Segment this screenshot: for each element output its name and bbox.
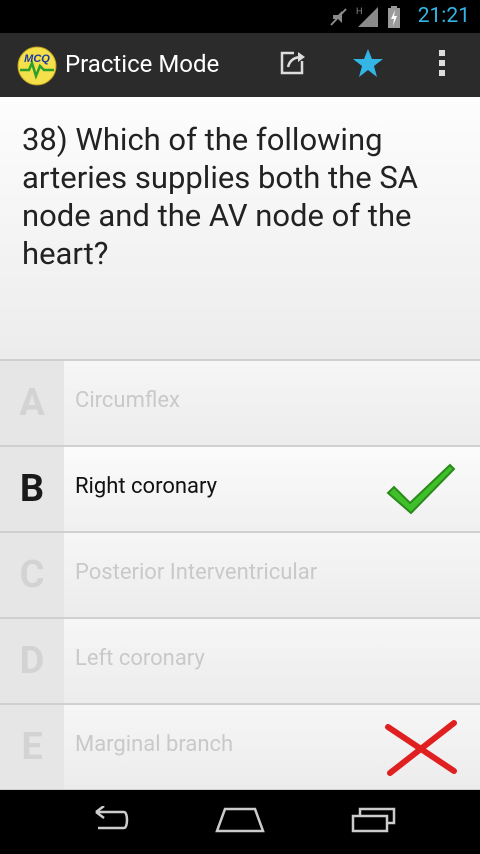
answer-letter: E (0, 705, 64, 789)
overflow-menu-button[interactable] (420, 43, 464, 87)
status-bar: H 21:21 (0, 0, 480, 33)
answer-letter: B (0, 447, 64, 531)
answer-text: Marginal branch (75, 732, 234, 757)
answer-text: Posterior Interventricular (75, 560, 318, 585)
status-icons: H (330, 6, 400, 32)
checkmark-icon (384, 461, 458, 519)
answer-text: Right coronary (75, 474, 218, 499)
answer-option-e[interactable]: E Marginal branch (0, 705, 480, 791)
app-logo[interactable]: MCQ (17, 46, 57, 86)
back-button[interactable] (77, 802, 137, 842)
overflow-menu-icon (438, 49, 446, 81)
navigation-bar (0, 790, 480, 854)
recent-apps-button[interactable] (344, 802, 404, 842)
signal-icon: H (356, 6, 380, 32)
battery-icon (388, 6, 400, 32)
answer-letter: C (0, 533, 64, 617)
mute-icon (330, 7, 348, 31)
answer-option-c[interactable]: C Posterior Interventricular (0, 533, 480, 619)
action-bar: MCQ Practice Mode (0, 33, 480, 97)
favorite-button[interactable] (346, 43, 390, 87)
recent-apps-icon (350, 807, 398, 837)
answer-option-d[interactable]: D Left coronary (0, 619, 480, 705)
question-text: 38) Which of the following arteries supp… (22, 121, 418, 272)
back-icon (84, 805, 130, 838)
cross-icon (384, 719, 458, 777)
answer-text: Left coronary (75, 646, 205, 671)
network-type-label: H (356, 6, 363, 16)
answer-option-a[interactable]: A Circumflex (0, 361, 480, 447)
answer-list: A Circumflex B Right coronary C Posterio… (0, 361, 480, 791)
star-icon (352, 48, 384, 82)
answer-letter: D (0, 619, 64, 703)
home-icon (215, 807, 265, 837)
answer-text: Circumflex (75, 388, 180, 413)
home-button[interactable] (210, 802, 270, 842)
answer-letter: A (0, 361, 64, 445)
share-icon (278, 49, 306, 81)
share-button[interactable] (270, 43, 314, 87)
app-title: Practice Mode (65, 50, 220, 78)
clock: 21:21 (417, 4, 470, 28)
logo-text: MCQ (24, 53, 50, 65)
answer-option-b[interactable]: B Right coronary (0, 447, 480, 533)
question-panel: 38) Which of the following arteries supp… (0, 97, 480, 359)
